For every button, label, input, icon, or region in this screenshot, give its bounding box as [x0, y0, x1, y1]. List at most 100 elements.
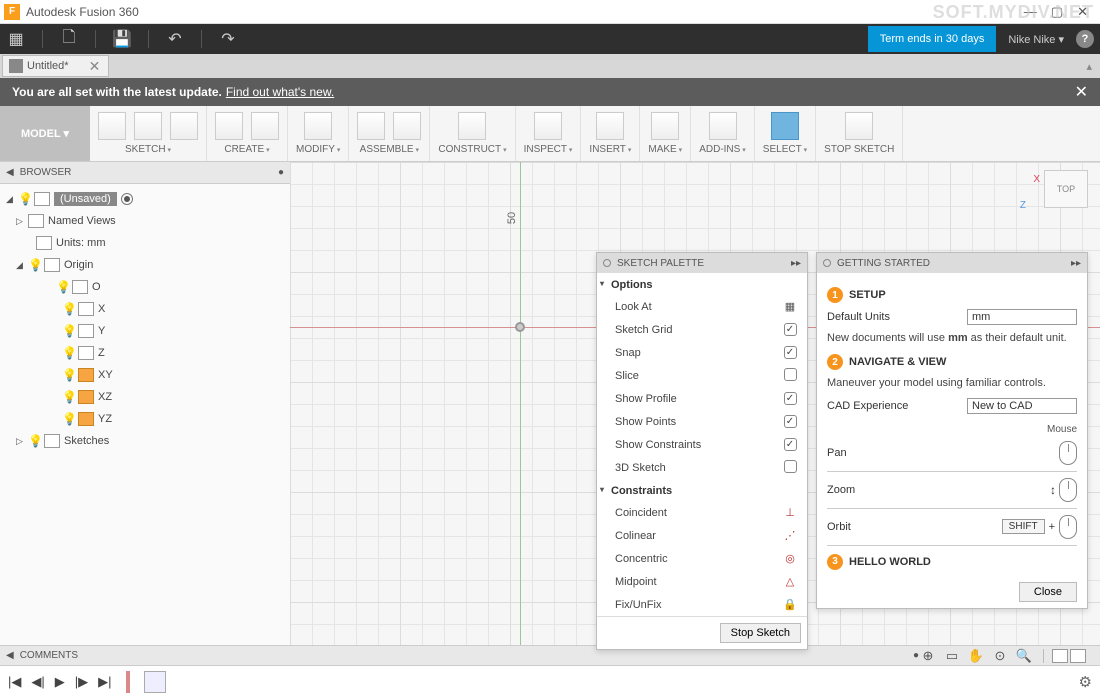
option-sketch-grid[interactable]: Sketch Grid✓	[597, 318, 807, 341]
term-badge[interactable]: Term ends in 30 days	[868, 26, 997, 52]
timeline-next-button[interactable]: |▶	[75, 674, 88, 690]
create-tool-0[interactable]	[215, 112, 243, 140]
timeline-start-button[interactable]: |◀	[8, 674, 21, 690]
stop-sketch-button[interactable]: Stop Sketch	[720, 623, 801, 643]
modify-tool-0[interactable]	[304, 112, 332, 140]
tree-root[interactable]: ◢💡 (Unsaved)	[2, 188, 288, 210]
option-show-points[interactable]: Show Points✓	[597, 410, 807, 433]
tree-axis-z[interactable]: 💡Z	[2, 342, 288, 364]
option-show-constraints[interactable]: Show Constraints✓	[597, 433, 807, 456]
timeline-prev-button[interactable]: ◀|	[31, 674, 44, 690]
new-file-button[interactable]: 🗋	[59, 29, 79, 49]
look-at-tool[interactable]: ▭	[943, 648, 961, 664]
grid-menu-button[interactable]: ▦	[6, 29, 26, 49]
browser-collapse-button[interactable]: ◀	[6, 167, 14, 178]
ribbon-label[interactable]: MODIFY	[296, 144, 340, 155]
sketch-tool-0[interactable]	[98, 112, 126, 140]
cad-experience-dropdown[interactable]: New to CAD	[967, 398, 1077, 414]
construct-tool-0[interactable]	[458, 112, 486, 140]
sketch-palette-header[interactable]: SKETCH PALETTE ▸▸	[597, 253, 807, 273]
checkbox[interactable]: ✓	[784, 438, 797, 451]
default-units-dropdown[interactable]: mm	[967, 309, 1077, 325]
ribbon-label[interactable]: SKETCH	[125, 144, 171, 155]
panel-pin-button[interactable]: ▸▸	[791, 258, 801, 269]
viewcube[interactable]: TOP	[1044, 170, 1088, 208]
constraint-concentric[interactable]: Concentric◎	[597, 547, 807, 570]
window-minimize-button[interactable]: —	[1024, 4, 1037, 20]
checkbox[interactable]: ✓	[784, 415, 797, 428]
ribbon-label[interactable]: MAKE	[648, 144, 682, 155]
option-show-profile[interactable]: Show Profile✓	[597, 387, 807, 410]
option-slice[interactable]: Slice	[597, 364, 807, 387]
tree-axis-yz[interactable]: 💡YZ	[2, 408, 288, 430]
activate-icon[interactable]	[121, 193, 133, 205]
help-button[interactable]: ?	[1076, 30, 1094, 48]
ribbon-label[interactable]: ADD-INS	[699, 144, 746, 155]
make-tool-0[interactable]	[651, 112, 679, 140]
constraint-coincident[interactable]: Coincident⊥	[597, 501, 807, 524]
getting-started-close-button[interactable]: Close	[1019, 582, 1077, 602]
workspace-switcher[interactable]: MODEL ▾	[0, 106, 90, 161]
getting-started-header[interactable]: GETTING STARTED ▸▸	[817, 253, 1087, 273]
save-button[interactable]: 💾	[112, 29, 132, 49]
option-look-at[interactable]: Look At▦	[597, 295, 807, 318]
look-at-icon[interactable]: ▦	[785, 301, 795, 313]
timeline-end-button[interactable]: ▶|	[98, 674, 111, 690]
sketch-tool-1[interactable]	[134, 112, 162, 140]
constraint-fix-unfix[interactable]: Fix/UnFix🔒	[597, 593, 807, 616]
ribbon-label[interactable]: INSERT	[589, 144, 631, 155]
ribbon-label[interactable]: INSPECT	[524, 144, 573, 155]
assemble-tool-1[interactable]	[393, 112, 421, 140]
undo-button[interactable]: ↶	[165, 29, 185, 49]
banner-close-button[interactable]: ✕	[1075, 82, 1088, 102]
window-maximize-button[interactable]: ▢	[1051, 4, 1063, 20]
ribbon-label[interactable]: STOP SKETCH	[824, 144, 894, 155]
ribbon-label[interactable]: CONSTRUCT	[438, 144, 506, 155]
tree-named-views[interactable]: ▷ Named Views	[2, 210, 288, 232]
browser-settings-button[interactable]: ●	[278, 167, 284, 178]
zoom-tool[interactable]: ⊙	[991, 648, 1009, 664]
window-close-button[interactable]: ✕	[1077, 4, 1088, 20]
timeline-settings-button[interactable]: ⚙	[1079, 673, 1092, 691]
tree-origin[interactable]: ◢💡 Origin	[2, 254, 288, 276]
ribbon-label[interactable]: ASSEMBLE	[360, 144, 419, 155]
timeline-play-button[interactable]: ▶	[55, 674, 65, 690]
timeline-marker[interactable]	[126, 671, 130, 693]
tab-close-button[interactable]: ✕	[89, 58, 101, 75]
stop sketch-tool-0[interactable]	[845, 112, 873, 140]
inspect-tool-0[interactable]	[534, 112, 562, 140]
document-tab[interactable]: Untitled* ✕	[2, 55, 109, 77]
create-tool-1[interactable]	[251, 112, 279, 140]
insert-tool-0[interactable]	[596, 112, 624, 140]
orbit-tool[interactable]: ⊕	[919, 648, 937, 664]
checkbox[interactable]: ✓	[784, 346, 797, 359]
viewport-multi[interactable]	[1070, 649, 1086, 663]
checkbox[interactable]	[784, 368, 797, 381]
origin-point[interactable]	[515, 322, 525, 332]
checkbox[interactable]	[784, 460, 797, 473]
tree-axis-xz[interactable]: 💡XZ	[2, 386, 288, 408]
panel-pin-button[interactable]: ▸▸	[1071, 258, 1081, 269]
sketch-tool-2[interactable]	[170, 112, 198, 140]
ribbon-label[interactable]: CREATE	[224, 144, 269, 155]
constraint-colinear[interactable]: Colinear⋰	[597, 524, 807, 547]
assemble-tool-0[interactable]	[357, 112, 385, 140]
ribbon-label[interactable]: SELECT	[763, 144, 807, 155]
collapse-tabs-button[interactable]: ▴	[1078, 60, 1100, 73]
tree-units[interactable]: Units: mm	[2, 232, 288, 254]
redo-button[interactable]: ↷	[218, 29, 238, 49]
constraints-section[interactable]: Constraints	[597, 479, 807, 501]
user-menu[interactable]: Nike Nike ▾	[1002, 33, 1070, 46]
checkbox[interactable]: ✓	[784, 392, 797, 405]
tree-sketches[interactable]: ▷💡 Sketches	[2, 430, 288, 452]
comments-expand-button[interactable]: ◀	[6, 650, 14, 661]
banner-link[interactable]: Find out what's new.	[226, 85, 334, 99]
tree-axis-xy[interactable]: 💡XY	[2, 364, 288, 386]
checkbox[interactable]: ✓	[784, 323, 797, 336]
fit-tool[interactable]: 🔍	[1015, 648, 1033, 664]
timeline-sketch-feature[interactable]	[144, 671, 166, 693]
options-section[interactable]: Options	[597, 273, 807, 295]
tree-axis-y[interactable]: 💡Y	[2, 320, 288, 342]
select-tool-0[interactable]	[771, 112, 799, 140]
viewport-single[interactable]	[1052, 649, 1068, 663]
